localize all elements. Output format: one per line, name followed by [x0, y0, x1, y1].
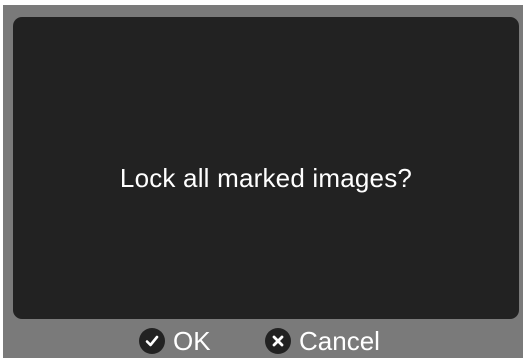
dialog-message: Lock all marked images? [119, 163, 413, 193]
cancel-label: Cancel [299, 326, 380, 356]
ok-label: OK [173, 326, 211, 356]
softkey-bar: OK Cancel [0, 322, 523, 358]
dialog-screen: Lock all marked images? [13, 17, 519, 319]
close-icon [265, 328, 291, 354]
ok-button[interactable]: OK [139, 326, 211, 356]
cancel-button[interactable]: Cancel [265, 326, 380, 356]
check-icon [139, 328, 165, 354]
